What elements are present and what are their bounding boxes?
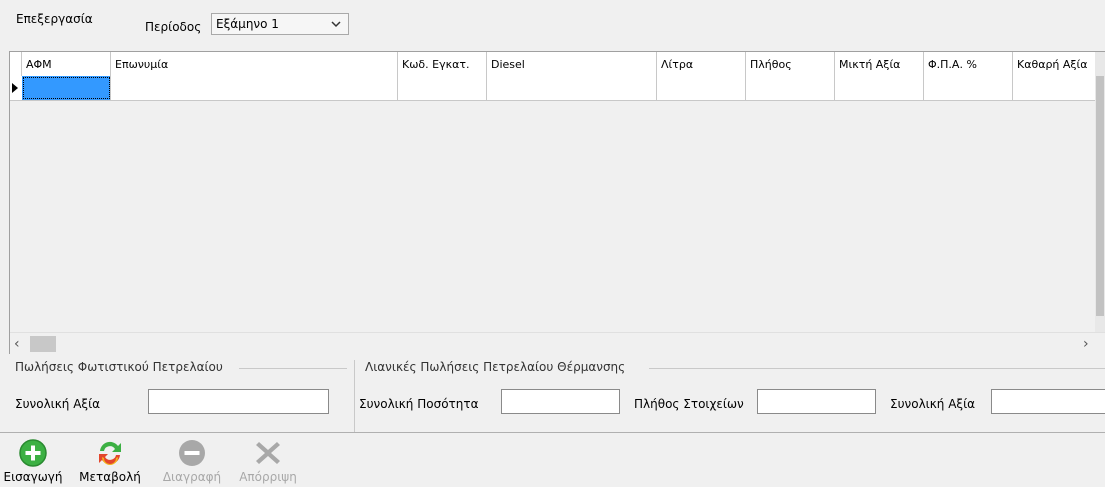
panel-divider (649, 368, 1105, 369)
insert-button-label: Εισαγωγή (3, 470, 63, 484)
lighting-oil-total-value-label: Συνολική Αξία (15, 397, 101, 411)
toolbar-divider (0, 432, 1105, 433)
vertical-scrollbar[interactable] (1095, 52, 1105, 332)
heating-oil-total-quantity-field[interactable] (501, 389, 620, 414)
tab-edit[interactable]: Επεξεργασία (16, 12, 93, 26)
current-row-icon (12, 83, 18, 93)
vertical-scrollbar-thumb[interactable] (1096, 76, 1104, 316)
delete-button-label: Διαγραφή (162, 470, 222, 484)
heating-oil-panel-title: Λιανικές Πωλήσεις Πετρελαίου Θέρμανσης (365, 360, 626, 374)
panel-divider (239, 368, 347, 369)
delete-button[interactable]: Διαγραφή (156, 437, 228, 487)
period-select-value: Εξάμηνο 1 (216, 17, 279, 31)
lighting-oil-panel: Πωλήσεις Φωτιστικού Πετρελαίου Συνολική … (9, 360, 354, 432)
heating-oil-item-count-field[interactable] (757, 389, 876, 414)
scroll-right-icon[interactable]: › (1083, 336, 1095, 352)
cell-net-value[interactable] (1013, 76, 1098, 100)
column-header-gross-value[interactable]: Μικτή Αξία (835, 52, 924, 76)
column-header-install-code[interactable]: Κωδ. Εγκατ. (398, 52, 487, 76)
horizontal-scrollbar[interactable]: ‹ › (10, 332, 1105, 355)
column-header-vat-percent[interactable]: Φ.Π.Α. % (924, 52, 1013, 76)
cell-liters[interactable] (657, 76, 746, 100)
refresh-icon (99, 441, 121, 465)
cell-gross-value[interactable] (835, 76, 924, 100)
discard-button[interactable]: Απόρριψη (231, 437, 305, 487)
edit-button-label: Μεταβολή (79, 470, 141, 484)
lighting-oil-panel-title: Πωλήσεις Φωτιστικού Πετρελαίου (15, 360, 223, 374)
column-header-name[interactable]: Επωνυμία (111, 52, 398, 76)
heating-oil-retail-panel: Λιανικές Πωλήσεις Πετρελαίου Θέρμανσης Σ… (354, 360, 1105, 432)
add-icon (19, 439, 47, 467)
edit-button[interactable]: Μεταβολή (68, 437, 152, 487)
horizontal-scrollbar-thumb[interactable] (30, 336, 56, 352)
cell-count[interactable] (746, 76, 835, 100)
cell-afm[interactable] (22, 76, 111, 100)
column-header-net-value[interactable]: Καθαρή Αξία (1013, 52, 1098, 76)
cell-name[interactable] (111, 76, 398, 100)
discard-button-label: Απόρριψη (239, 470, 297, 484)
heating-oil-total-value-label: Συνολική Αξία (890, 397, 976, 411)
remove-icon (179, 440, 205, 466)
data-grid[interactable]: ΑΦΜ Επωνυμία Κωδ. Εγκατ. Diesel Λίτρα Πλ… (9, 51, 1105, 355)
grid-header: ΑΦΜ Επωνυμία Κωδ. Εγκατ. Diesel Λίτρα Πλ… (10, 52, 1098, 77)
column-header-count[interactable]: Πλήθος (746, 52, 835, 76)
scroll-left-icon[interactable]: ‹ (14, 336, 26, 352)
period-label: Περίοδος (145, 20, 202, 34)
heating-oil-total-value-field[interactable] (991, 389, 1105, 414)
period-select[interactable]: Εξάμηνο 1 (211, 13, 349, 35)
cell-vat-percent[interactable] (924, 76, 1013, 100)
heating-oil-total-quantity-label: Συνολική Ποσότητα (359, 397, 479, 411)
cell-install-code[interactable] (398, 76, 487, 100)
table-row[interactable] (10, 76, 1098, 101)
row-header-corner (10, 52, 22, 76)
column-header-afm[interactable]: ΑΦΜ (22, 52, 111, 76)
lighting-oil-total-value-field[interactable] (148, 389, 329, 414)
heating-oil-item-count-label: Πλήθος Στοιχείων (634, 397, 744, 411)
cancel-icon (256, 442, 280, 464)
cell-diesel[interactable] (487, 76, 657, 100)
insert-button[interactable]: Εισαγωγή (0, 437, 66, 487)
chevron-down-icon (331, 21, 341, 28)
column-header-liters[interactable]: Λίτρα (657, 52, 746, 76)
column-header-diesel[interactable]: Diesel (487, 52, 657, 76)
